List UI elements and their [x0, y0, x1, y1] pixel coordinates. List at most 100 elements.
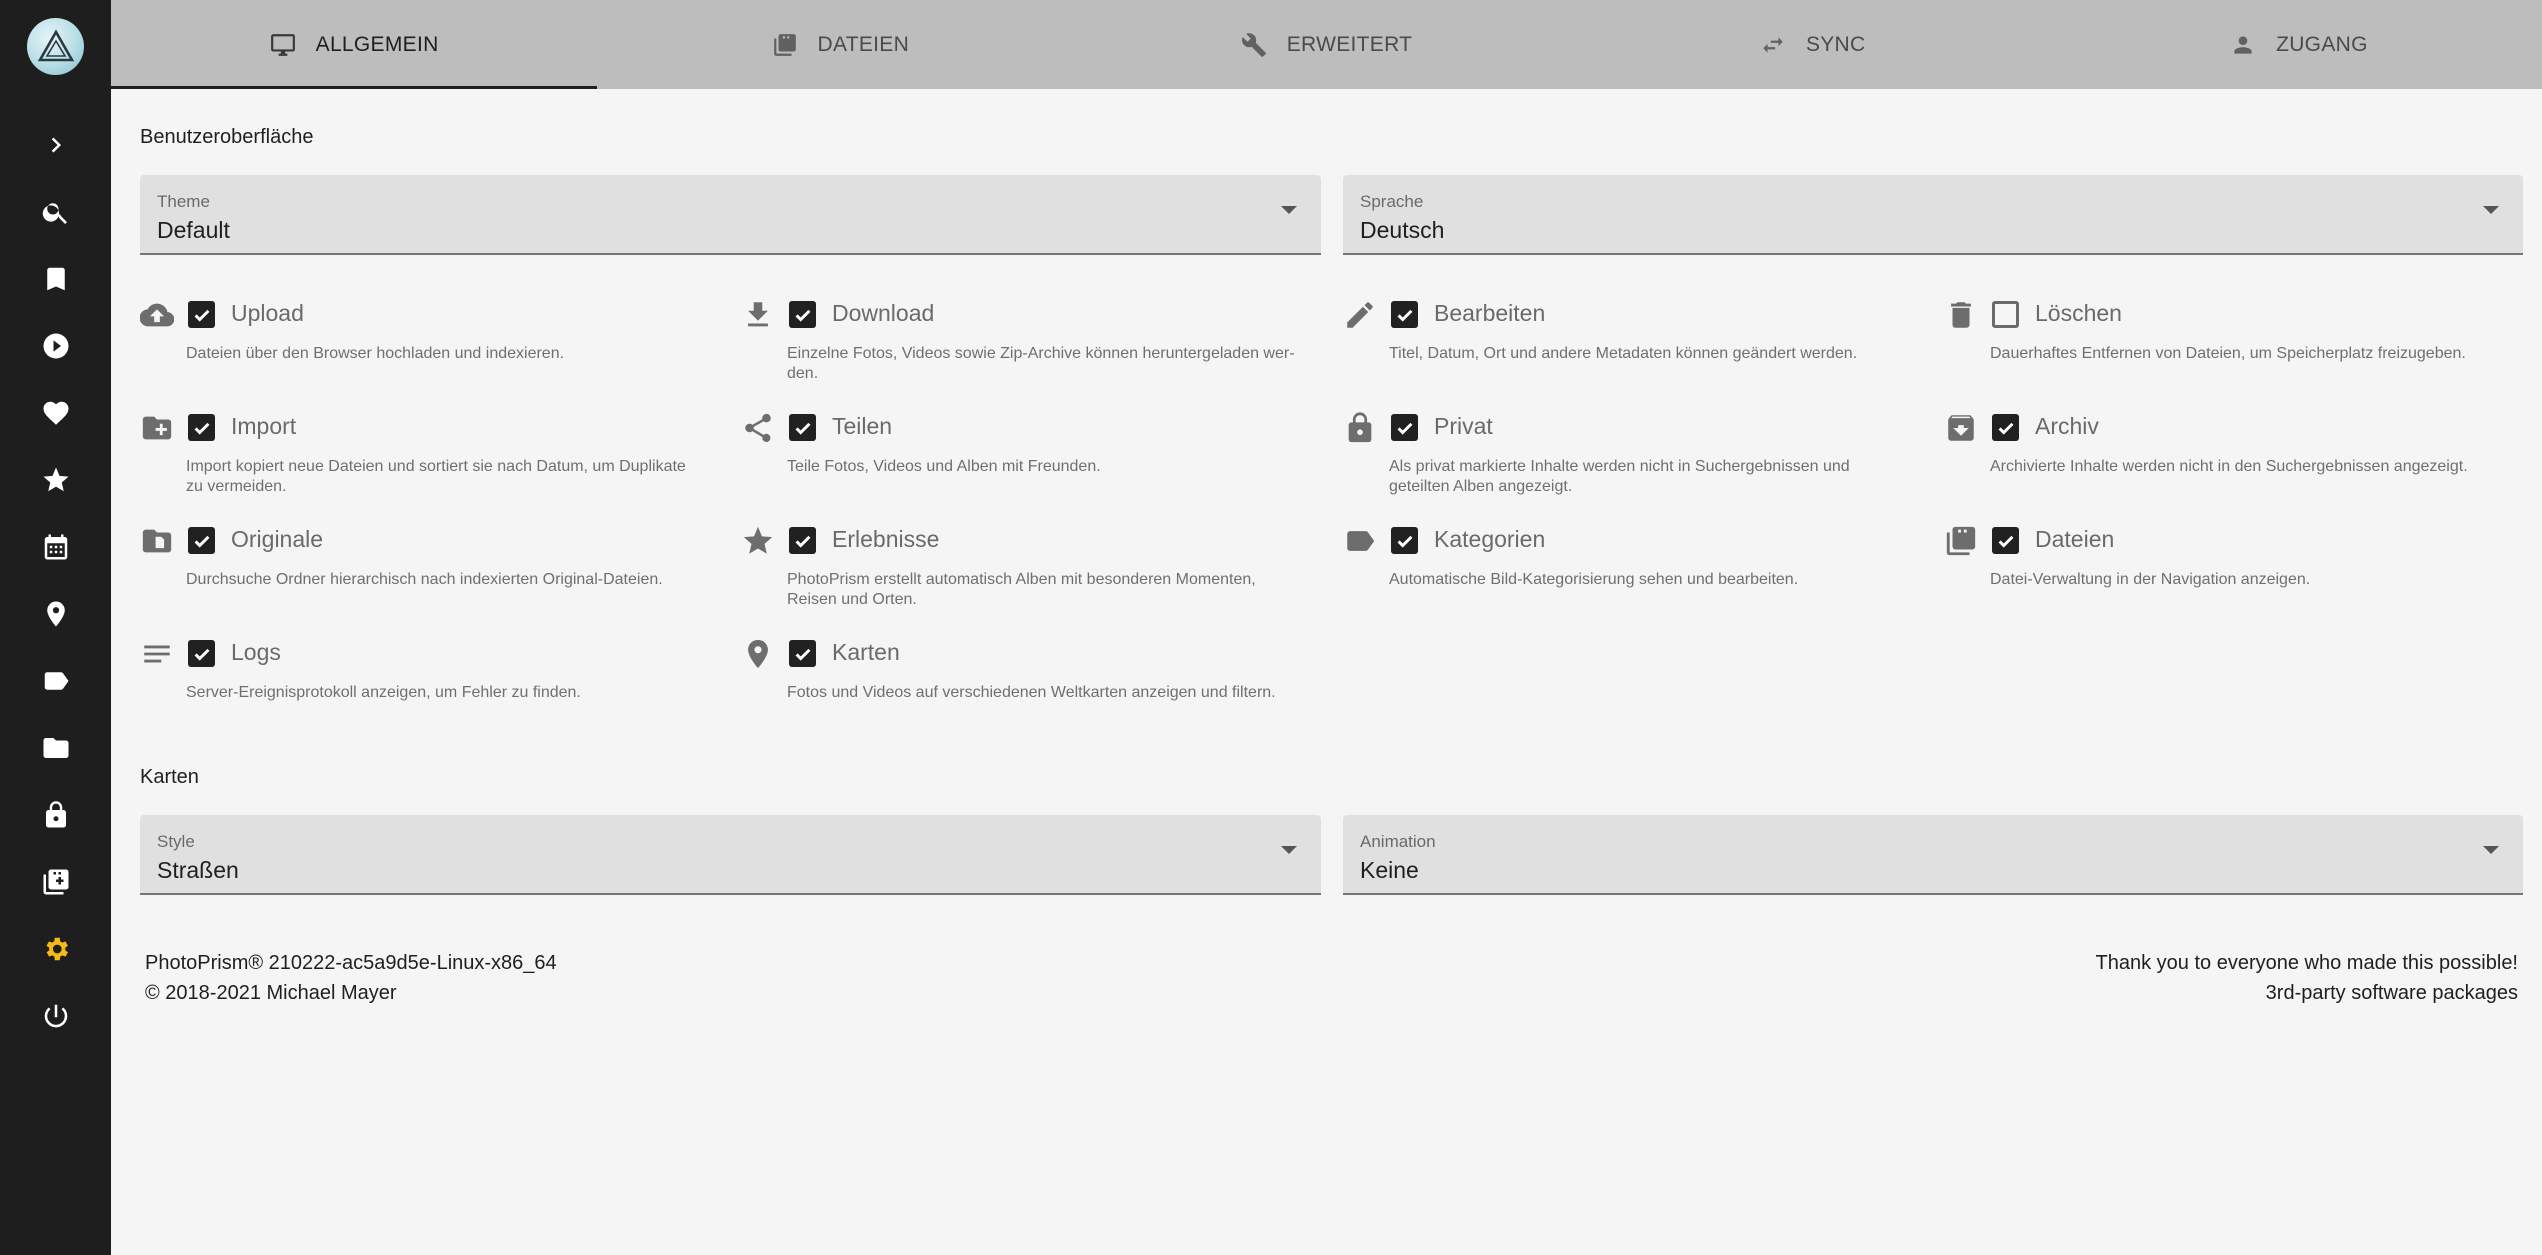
sidebar-item-folders[interactable]: [0, 722, 111, 774]
sidebar-expand-button[interactable]: [0, 119, 111, 171]
tab-dateien[interactable]: DATEIEN: [597, 0, 1083, 89]
folder-plus-icon: [142, 416, 172, 440]
archive-icon: [1948, 415, 1974, 441]
checkbox-originals[interactable]: [188, 527, 215, 554]
theme-select[interactable]: Theme Default: [140, 175, 1321, 255]
checkbox-share[interactable]: [789, 414, 816, 441]
sidebar-item-moments[interactable]: [0, 454, 111, 506]
file-cabinet-icon: [43, 869, 68, 895]
tab-allgemein[interactable]: ALLGEMEIN: [111, 0, 598, 89]
bookmark-icon: [46, 267, 65, 291]
monitor-icon: [270, 33, 295, 56]
search-icon: [42, 203, 67, 224]
sidebar: [0, 0, 111, 1255]
checkbox-archive[interactable]: [1992, 414, 2019, 441]
option-label[interactable]: Upload: [231, 300, 304, 327]
option-label[interactable]: Bearbeiten: [1434, 300, 1545, 327]
theme-select-label: Theme: [157, 192, 210, 211]
expand-chevron-icon: [51, 137, 61, 153]
option-label[interactable]: Import: [231, 413, 296, 440]
gear-icon: [46, 937, 68, 961]
sidebar-item-calendar[interactable]: [0, 521, 111, 573]
folder-file-icon: [142, 529, 172, 553]
section-title-maps: Karten: [140, 766, 199, 788]
option-description: Datei-Verwaltung in der Navigation anzei…: [1990, 571, 2311, 588]
sidebar-item-labels[interactable]: [0, 655, 111, 707]
option-description: Automatische Bild-Kategorisierung sehen …: [1389, 571, 1799, 588]
heart-icon: [43, 401, 68, 425]
option-label[interactable]: Löschen: [2035, 300, 2122, 327]
tab-zugang[interactable]: ZUGANG: [2056, 0, 2542, 89]
checkbox-moments[interactable]: [789, 527, 816, 554]
tab-erweitert[interactable]: ERWEITERT: [1083, 0, 1569, 89]
lines-icon: [144, 645, 170, 663]
sidebar-item-search[interactable]: [0, 186, 111, 238]
option-description: Fotos und Videos auf verschiedenen Weltk…: [787, 684, 1276, 701]
download-icon: [748, 302, 768, 327]
sidebar-item-logout[interactable]: [0, 990, 111, 1042]
sidebar-item-settings[interactable]: [0, 923, 111, 975]
dropdown-caret-icon: [1281, 206, 1297, 214]
checkbox-upload[interactable]: [188, 301, 215, 328]
option-label[interactable]: Erlebnisse: [832, 526, 939, 553]
map-animation-select[interactable]: Animation Keine: [1343, 815, 2523, 895]
calendar-icon: [44, 534, 67, 560]
option-label[interactable]: Dateien: [2035, 526, 2114, 553]
file-cabinet-icon: [773, 33, 796, 56]
third-party-packages-link[interactable]: 3rd-party software packages: [2266, 982, 2518, 1004]
lock-icon: [1348, 412, 1372, 443]
sidebar-item-library[interactable]: [0, 856, 111, 908]
option-label[interactable]: Logs: [231, 639, 281, 666]
trash-icon: [1951, 302, 1971, 328]
dropdown-caret-icon: [2483, 206, 2499, 214]
option-description: Einzelne Fotos, Videos sowie Zip-Archive…: [787, 345, 1295, 382]
file-cabinet-icon: [1946, 526, 1976, 556]
option-label[interactable]: Download: [832, 300, 934, 327]
map-animation-label: Animation: [1360, 832, 1436, 851]
checkbox-edit[interactable]: [1391, 301, 1418, 328]
sidebar-item-albums[interactable]: [0, 253, 111, 305]
pencil-icon: [1347, 302, 1373, 328]
option-label[interactable]: Kategorien: [1434, 526, 1545, 553]
map-pin-icon: [748, 639, 768, 669]
option-label[interactable]: Originale: [231, 526, 323, 553]
option-label[interactable]: Archiv: [2035, 413, 2099, 440]
checkbox-logs[interactable]: [188, 640, 215, 667]
checkbox-delete[interactable]: [1992, 301, 2019, 328]
cloud-upload-icon: [139, 303, 175, 327]
tab-label: ALLGEMEIN: [315, 32, 439, 56]
map-pin-icon: [46, 601, 65, 627]
person-icon: [2234, 35, 2252, 54]
map-animation-value: Keine: [1360, 857, 1419, 883]
language-select-value: Deutsch: [1360, 217, 1445, 243]
checkbox-files[interactable]: [1992, 527, 2019, 554]
language-select[interactable]: Sprache Deutsch: [1343, 175, 2523, 255]
option-description: Dateien über den Browser hochladen und i…: [186, 345, 565, 362]
sidebar-item-places[interactable]: [0, 588, 111, 640]
tab-sync[interactable]: SYNC: [1570, 0, 2056, 89]
thanks-link[interactable]: Thank you to everyone who made this poss…: [2096, 952, 2518, 974]
sidebar-item-videos[interactable]: [0, 320, 111, 372]
option-label[interactable]: Karten: [832, 639, 900, 666]
option-label[interactable]: Privat: [1434, 413, 1493, 440]
checkbox-maps[interactable]: [789, 640, 816, 667]
sync-arrows-icon: [1763, 36, 1783, 53]
option-label[interactable]: Teilen: [832, 413, 892, 440]
checkbox-private[interactable]: [1391, 414, 1418, 441]
checkbox-download[interactable]: [789, 301, 816, 328]
option-description: Archivierte Inhalte werden nicht in den …: [1990, 458, 2468, 475]
checkbox-labels[interactable]: [1391, 527, 1418, 554]
sidebar-item-favorites[interactable]: [0, 387, 111, 439]
star-icon: [743, 526, 773, 554]
tab-label: ZUGANG: [2276, 32, 2368, 56]
sidebar-item-private[interactable]: [0, 789, 111, 841]
checkbox-import[interactable]: [188, 414, 215, 441]
version-text: PhotoPrism® 210222-ac5a9d5e-Linux-x86_64: [145, 952, 557, 974]
tab-label: SYNC: [1805, 32, 1866, 56]
option-description: Durchsuche Ordner hierarchisch nach inde…: [186, 571, 663, 588]
folder-icon: [43, 738, 68, 758]
photoprism-logo[interactable]: [27, 18, 84, 75]
map-style-value: Straßen: [157, 857, 239, 883]
wrench-icon: [1241, 32, 1266, 57]
map-style-select[interactable]: Style Straßen: [140, 815, 1321, 895]
